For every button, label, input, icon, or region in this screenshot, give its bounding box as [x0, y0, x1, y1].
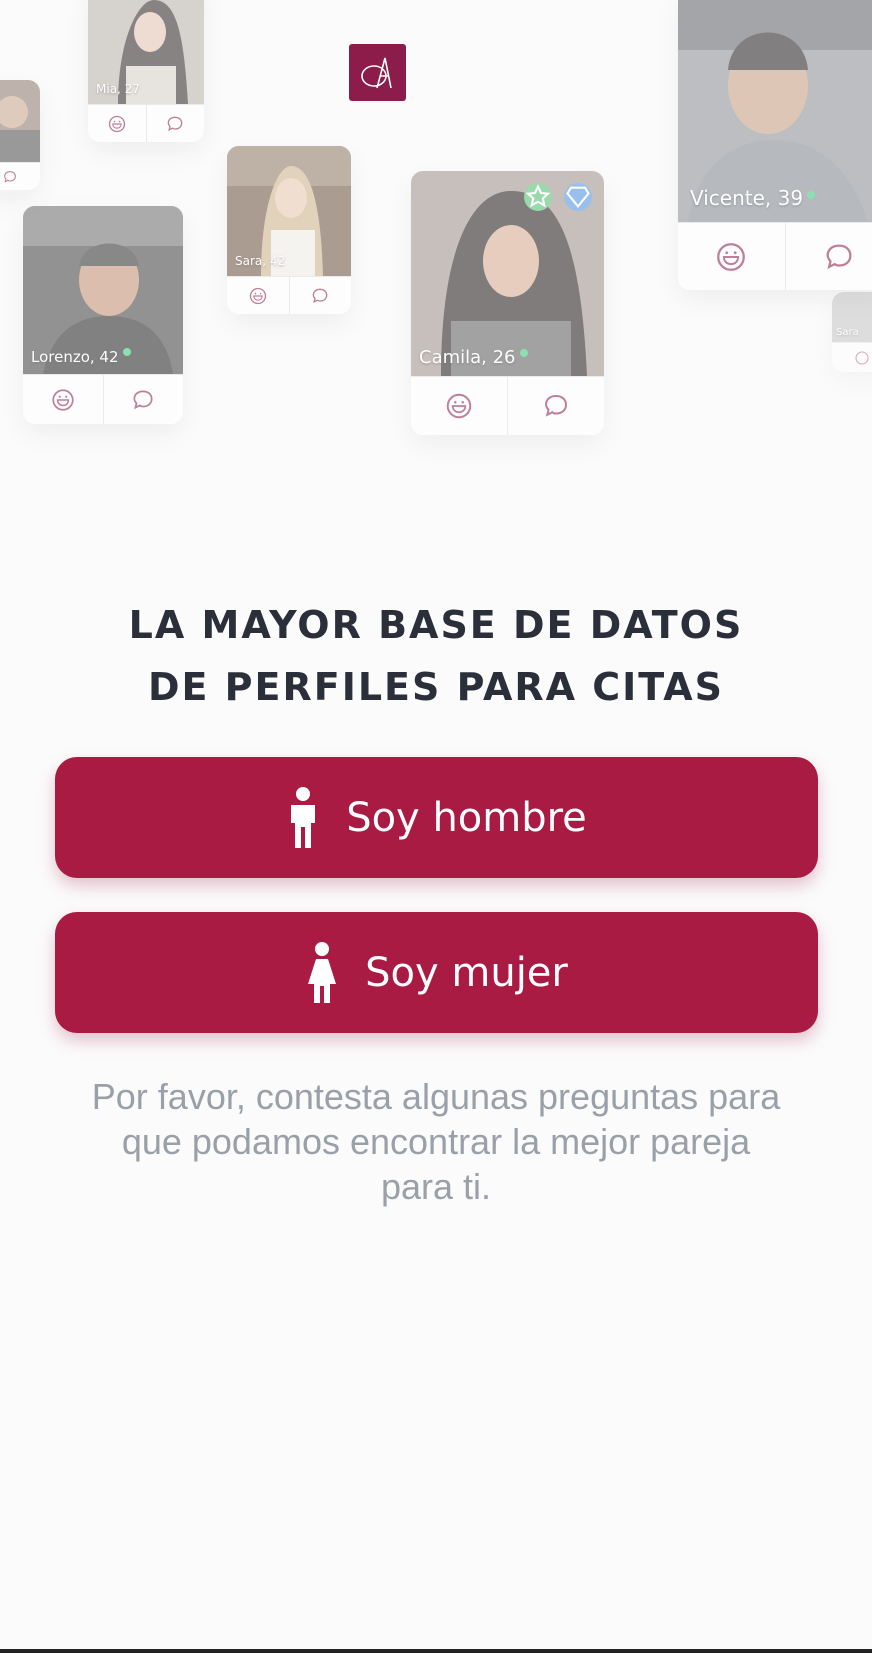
logo-mark-icon [360, 57, 392, 88]
smile-icon[interactable] [832, 343, 872, 372]
profile-name: Sara, 42 [235, 254, 286, 268]
i-am-woman-button[interactable]: Soy mujer [55, 912, 818, 1033]
profile-name: Sara [836, 327, 859, 338]
profile-photo: Mia, 27 [88, 0, 204, 104]
page-title: LA MAYOR BASE DE DATOS DE PERFILES PARA … [0, 594, 872, 718]
profile-name: Camila, 26 [419, 347, 528, 368]
page-title-line-1: LA MAYOR BASE DE DATOS [128, 603, 744, 647]
message-icon[interactable] [508, 377, 604, 435]
message-icon[interactable] [290, 277, 352, 314]
info-text: Por favor, contesta algunas preguntas pa… [91, 1076, 781, 1207]
online-indicator [519, 349, 528, 357]
message-icon[interactable] [786, 223, 872, 290]
star-badge-icon [524, 183, 552, 211]
message-icon[interactable] [0, 163, 40, 190]
profile-card[interactable]: Sara, 42 [227, 146, 351, 314]
brand-logo [349, 44, 406, 101]
smile-icon[interactable] [23, 375, 104, 424]
i-am-man-button[interactable]: Soy hombre [55, 757, 818, 878]
profile-card-partial-right: Sara [832, 292, 872, 372]
smile-icon[interactable] [88, 105, 147, 142]
system-navigation-bar [0, 1649, 872, 1653]
smile-icon[interactable] [678, 223, 786, 290]
smile-icon[interactable] [411, 377, 508, 435]
message-icon[interactable] [147, 105, 205, 142]
profile-card-partial-left [0, 80, 40, 190]
profile-card[interactable]: Mia, 27 [88, 0, 204, 142]
female-icon [308, 941, 337, 1003]
hero-collage: Mia, 27 Sara, 42 Lorenzo, 42 Camila, 26 … [0, 0, 872, 520]
profile-card[interactable]: Camila, 26 [411, 171, 604, 435]
diamond-badge-icon [564, 183, 592, 211]
profile-photo: Vicente, 39 [678, 0, 872, 222]
online-indicator [122, 348, 131, 356]
smile-icon[interactable] [227, 277, 290, 314]
profile-name: Lorenzo, 42 [31, 348, 131, 366]
profile-name: Vicente, 39 [690, 186, 816, 210]
i-am-woman-label: Soy mujer [365, 949, 568, 996]
online-indicator [807, 191, 816, 199]
profile-name: Mia, 27 [96, 82, 140, 96]
profile-photo: Sara, 42 [227, 146, 351, 276]
profile-card[interactable]: Lorenzo, 42 [23, 206, 183, 424]
message-icon[interactable] [104, 375, 184, 424]
profile-card[interactable]: Vicente, 39 [678, 0, 872, 290]
i-am-man-label: Soy hombre [346, 794, 587, 841]
profile-photo [0, 80, 40, 162]
page-title-line-2: DE PERFILES PARA CITAS [147, 665, 725, 709]
profile-photo: Camila, 26 [411, 171, 604, 376]
profile-photo: Sara [832, 292, 872, 342]
profile-photo: Lorenzo, 42 [23, 206, 183, 374]
male-icon [291, 786, 316, 848]
